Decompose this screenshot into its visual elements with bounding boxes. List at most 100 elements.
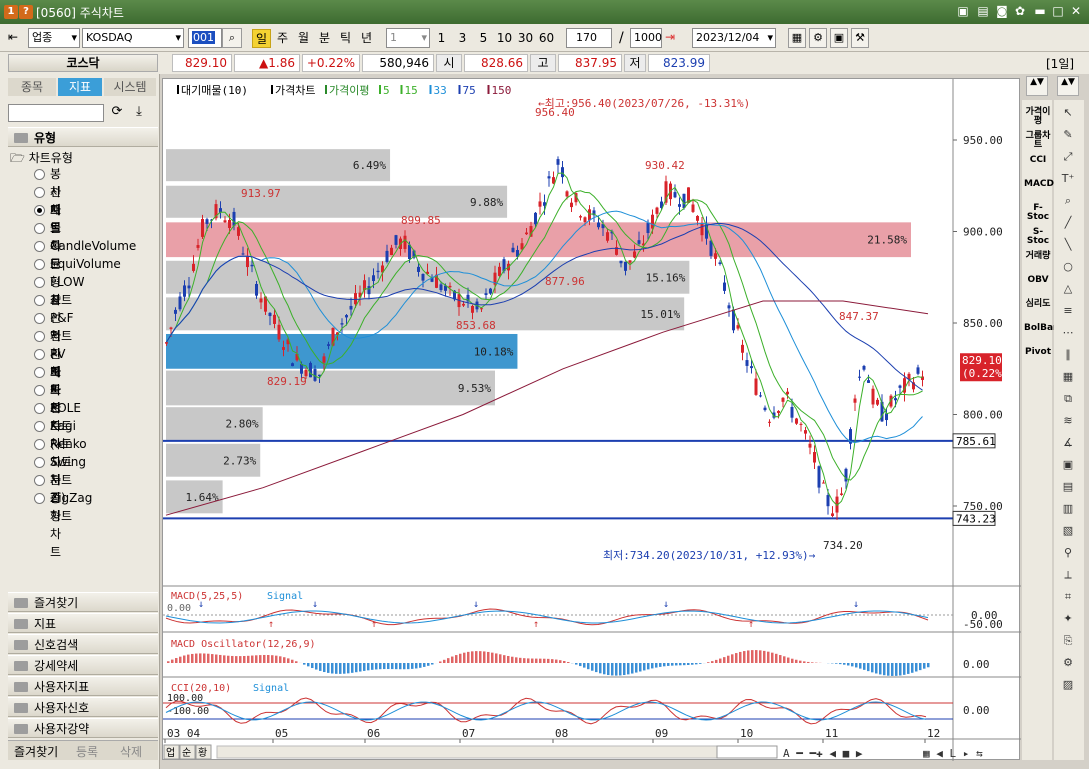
indicator-search-input[interactable] — [8, 104, 104, 122]
market-select[interactable]: 업종 ▾ — [28, 28, 80, 48]
scroll-up-icon[interactable]: ▲▼ — [1026, 76, 1048, 96]
period-day[interactable]: 일 — [252, 29, 271, 48]
period-week[interactable]: 주 — [273, 29, 292, 48]
draw-tool-icon[interactable]: ∡ — [1058, 436, 1078, 454]
tab-stocks[interactable]: 종목 — [8, 78, 56, 96]
radio-button[interactable] — [34, 241, 45, 252]
draw-tool-icon[interactable]: ≋ — [1058, 414, 1078, 432]
indicator-shortcut-10[interactable]: Pivot — [1024, 348, 1052, 357]
period-year[interactable]: 년 — [357, 29, 376, 48]
tab-system[interactable]: 시스템 — [104, 78, 156, 96]
radio-button[interactable] — [34, 187, 45, 198]
draw-tool-icon[interactable]: △ — [1058, 282, 1078, 300]
radio-button[interactable] — [34, 205, 45, 216]
preset-30[interactable]: 30 — [516, 29, 535, 48]
date-select[interactable]: 2023/12/04 ▾ — [692, 28, 776, 48]
draw-tool-icon[interactable]: ⋯ — [1058, 326, 1078, 344]
chart-type-group[interactable]: 🗁 차트유형 — [10, 149, 73, 170]
category-5[interactable]: 사용자신호 — [8, 697, 158, 717]
tab-indicators[interactable]: 지표 — [58, 78, 102, 96]
register-button[interactable]: 등록 — [76, 743, 98, 760]
close-icon[interactable]: ✕ — [1068, 3, 1084, 19]
draw-tool-icon[interactable]: ⚲ — [1058, 546, 1078, 564]
category-1[interactable]: 지표 — [8, 613, 158, 633]
category-0[interactable]: 즐겨찾기 — [8, 592, 158, 612]
draw-tool-icon[interactable]: T⁺ — [1058, 172, 1078, 190]
indicator-shortcut-1[interactable]: 그룹차트 — [1024, 132, 1052, 150]
radio-button[interactable] — [34, 367, 45, 378]
chart-config-icon[interactable]: ▦ — [788, 28, 806, 48]
indicator-shortcut-0[interactable]: 가격이평 — [1024, 108, 1052, 126]
radio-button[interactable] — [34, 457, 45, 468]
refresh-icon[interactable]: ⟳ — [108, 104, 126, 122]
indicator-shortcut-7[interactable]: OBV — [1024, 276, 1052, 285]
radio-button[interactable] — [34, 331, 45, 342]
restore-icon[interactable]: ▣ — [955, 3, 971, 19]
indicator-shortcut-5[interactable]: S-Stoc — [1024, 228, 1052, 246]
radio-button[interactable] — [34, 349, 45, 360]
prev-arrow-icon[interactable]: ⇤ — [8, 30, 24, 46]
period-minute[interactable]: 분 — [315, 29, 334, 48]
tab-favorites[interactable]: 즐겨찾기 — [14, 743, 58, 760]
total-field[interactable]: 1000 — [630, 28, 662, 48]
radio-button[interactable] — [34, 295, 45, 306]
draw-tool-icon[interactable]: ▤ — [1058, 480, 1078, 498]
draw-tool-icon[interactable]: ▨ — [1058, 678, 1078, 696]
draw-tool-icon[interactable]: ✦ — [1058, 612, 1078, 630]
radio-button[interactable] — [34, 421, 45, 432]
save-icon[interactable]: ▣ — [830, 28, 848, 48]
draw-tool-icon[interactable]: ▧ — [1058, 524, 1078, 542]
radio-button[interactable] — [34, 223, 45, 234]
radio-button[interactable] — [34, 277, 45, 288]
period-month[interactable]: 월 — [294, 29, 313, 48]
radio-button[interactable] — [34, 475, 45, 486]
draw-tool-icon[interactable]: ╱ — [1058, 216, 1078, 234]
minimize-icon[interactable]: ▬ — [1032, 3, 1048, 19]
memo-icon[interactable]: ▤ — [975, 3, 991, 19]
category-4[interactable]: 사용자지표 — [8, 676, 158, 696]
indicator-shortcut-6[interactable]: 거래량 — [1024, 252, 1052, 261]
draw-tool-icon[interactable]: ╲ — [1058, 238, 1078, 256]
chart-canvas[interactable]: 6.49% 9.88% 21.58% 15.16% 15.01% 10.18% 9.53% 2… — [163, 79, 1021, 761]
indicator-shortcut-4[interactable]: F-Stoc — [1024, 204, 1052, 222]
category-2[interactable]: 신호검색 — [8, 634, 158, 654]
preset-3[interactable]: 3 — [453, 29, 472, 48]
preset-1[interactable]: 1 — [432, 29, 451, 48]
help-icon[interactable]: ? — [19, 5, 33, 19]
radio-button[interactable] — [34, 385, 45, 396]
draw-tool-icon[interactable]: ⚙ — [1058, 656, 1078, 674]
delete-button[interactable]: 삭제 — [120, 743, 142, 760]
indicator-shortcut-9[interactable]: BolBand — [1024, 324, 1066, 333]
preset-60[interactable]: 60 — [537, 29, 556, 48]
draw-tool-icon[interactable]: ⧉ — [1058, 392, 1078, 410]
period-tick[interactable]: 틱 — [336, 29, 355, 48]
draw-tool-icon[interactable]: ∥ — [1058, 348, 1078, 366]
type-header[interactable]: 유형 — [8, 127, 158, 147]
code-field[interactable]: KOSDAQ ▾ — [82, 28, 184, 48]
radio-button[interactable] — [34, 259, 45, 270]
scroll-up-icon[interactable]: ▲▼ — [1057, 76, 1079, 96]
search-icon[interactable]: ⌕ — [222, 28, 242, 48]
draw-tool-icon[interactable]: ○ — [1058, 260, 1078, 278]
download-icon[interactable]: ⤓ — [130, 104, 148, 122]
indicator-shortcut-3[interactable]: MACD — [1024, 180, 1054, 189]
preset-10[interactable]: 10 — [495, 29, 514, 48]
draw-tool-icon[interactable]: ▦ — [1058, 370, 1078, 388]
preset-5[interactable]: 5 — [474, 29, 493, 48]
radio-button[interactable] — [34, 403, 45, 414]
maximize-icon[interactable]: □ — [1050, 3, 1066, 19]
draw-tool-icon[interactable]: ↖ — [1058, 106, 1078, 124]
category-6[interactable]: 사용자강약 — [8, 718, 158, 738]
radio-button[interactable] — [34, 493, 45, 504]
count-stepper[interactable]: 170 — [566, 28, 612, 48]
draw-tool-icon[interactable]: ▥ — [1058, 502, 1078, 520]
draw-tool-icon[interactable]: ⎘ — [1058, 634, 1078, 652]
radio-button[interactable] — [34, 169, 45, 180]
draw-tool-icon[interactable]: ⤢ — [1058, 150, 1078, 168]
draw-tool-icon[interactable]: ⌗ — [1058, 590, 1078, 608]
code-input[interactable]: 001 — [188, 28, 222, 48]
interval-select[interactable]: 1 ▾ — [386, 28, 430, 48]
next-arrow-icon[interactable]: ⇥ — [665, 30, 675, 44]
radio-button[interactable] — [34, 313, 45, 324]
draw-tool-icon[interactable]: ≡ — [1058, 304, 1078, 322]
